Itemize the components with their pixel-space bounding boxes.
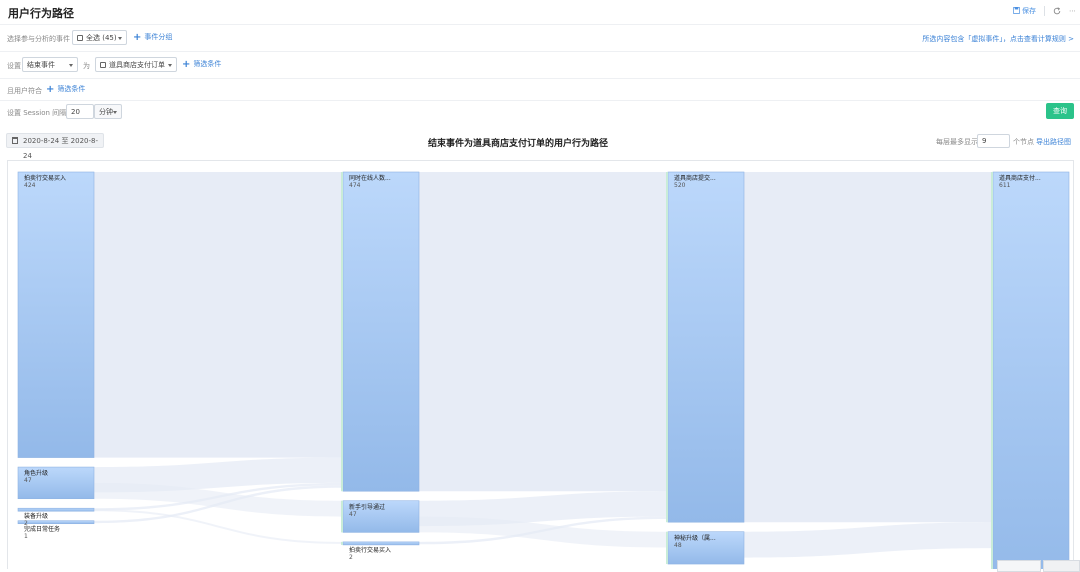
sankey-chart-frame <box>7 160 1074 569</box>
as-label: 为 <box>83 62 90 70</box>
export-path-link[interactable]: 导出路径图 <box>1036 137 1071 147</box>
checkbox-icon <box>100 62 106 68</box>
event-selection-row: 选择参与分析的事件 全选 (45) + 事件分组 所选内容包含「虚拟事件」，点击查… <box>0 25 1080 52</box>
more-icon[interactable]: ⋯ <box>1069 7 1076 15</box>
user-filter-link-label: 筛选条件 <box>57 85 86 93</box>
end-event-value: 道具商店支付订单 <box>109 61 165 69</box>
checkbox-icon <box>77 35 83 41</box>
chevron-down-icon <box>118 37 122 40</box>
event-group-label: 事件分组 <box>144 33 173 41</box>
event-type-select[interactable]: 结束事件 <box>22 57 78 72</box>
chevron-down-icon <box>69 64 73 67</box>
save-label: 保存 <box>1022 7 1036 15</box>
tooltip-chip <box>1043 560 1080 572</box>
header-actions: 保存 ⋯ <box>1013 6 1076 16</box>
set-label: 设置 <box>7 62 21 70</box>
user-filter-link[interactable]: + 筛选条件 <box>46 84 85 95</box>
plus-icon: + <box>133 32 142 43</box>
end-event-row: 设置 结束事件 为 道具商店支付订单 + 筛选条件 <box>0 52 1080 79</box>
refresh-icon[interactable] <box>1053 7 1061 15</box>
session-interval-value: 20 <box>71 108 80 116</box>
session-interval-input[interactable]: 20 <box>66 104 94 119</box>
chevron-down-icon <box>113 111 117 114</box>
query-button[interactable]: 查询 <box>1046 103 1074 119</box>
save-button[interactable]: 保存 <box>1013 6 1036 16</box>
event-selection-label: 选择参与分析的事件 <box>7 35 70 43</box>
save-icon <box>1013 7 1020 14</box>
chart-title: 结束事件为道具商店支付订单的用户行为路径 <box>427 139 608 149</box>
event-select-value: 全选 (45) <box>86 34 117 42</box>
session-label: 设置 Session 间隔 <box>7 109 67 117</box>
header-bar: 用户行为路径 保存 ⋯ <box>0 0 1080 25</box>
session-unit-value: 分钟 <box>99 108 113 116</box>
plus-icon: + <box>182 59 191 70</box>
user-filter-label: 且用户符合 <box>7 87 42 95</box>
event-type-value: 结束事件 <box>27 61 55 69</box>
nodes-per-level-input[interactable]: 9 <box>977 134 1010 148</box>
user-filter-row: 且用户符合 + 筛选条件 <box>0 79 1080 101</box>
end-event-filter-label: 筛选条件 <box>193 60 222 68</box>
tooltip-chip <box>997 560 1041 572</box>
chevron-down-icon <box>168 64 172 67</box>
end-event-filter-link[interactable]: + 筛选条件 <box>182 59 221 70</box>
nodes-per-level-label: 每层最多显示 <box>936 138 978 146</box>
event-select[interactable]: 全选 (45) <box>72 30 127 45</box>
event-group-link[interactable]: + 事件分组 <box>133 32 172 43</box>
end-event-select[interactable]: 道具商店支付订单 <box>95 57 177 72</box>
session-unit-select[interactable]: 分钟 <box>94 104 122 119</box>
page-title: 用户行为路径 <box>8 7 74 20</box>
plus-icon: + <box>46 84 55 95</box>
nodes-per-level-value: 9 <box>982 137 987 145</box>
virtual-event-hint-link[interactable]: 所选内容包含「虚拟事件」，点击查看计算规则 > <box>922 34 1074 44</box>
divider <box>1044 6 1045 16</box>
nodes-unit-label: 个节点 <box>1013 138 1034 146</box>
